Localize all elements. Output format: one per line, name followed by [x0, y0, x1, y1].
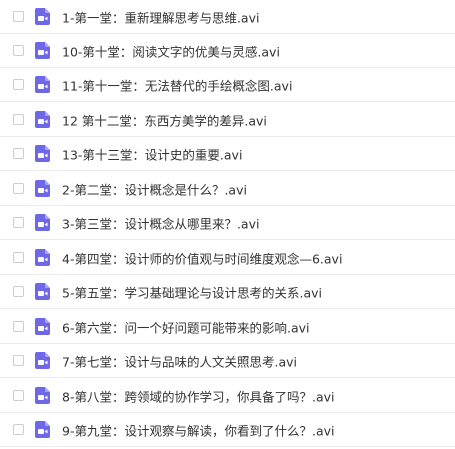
row-checkbox[interactable]: [13, 217, 24, 228]
row-checkbox[interactable]: [13, 286, 24, 297]
file-row[interactable]: 2-第二堂：设计概念是什么？.avi: [0, 172, 455, 206]
file-name[interactable]: 5-第五堂：学习基础理论与设计思考的关系.avi: [62, 282, 322, 301]
file-row[interactable]: 1-第一堂：重新理解思考与思维.avi: [0, 0, 455, 34]
row-checkbox[interactable]: [13, 45, 24, 56]
file-row[interactable]: 13-第十三堂：设计史的重要.avi: [0, 137, 455, 171]
video-file-icon: [35, 421, 50, 438]
file-row[interactable]: 11-第十一堂：无法替代的手绘概念图.avi: [0, 68, 455, 102]
row-checkbox[interactable]: [13, 355, 24, 366]
row-checkbox[interactable]: [13, 183, 24, 194]
row-checkbox[interactable]: [13, 390, 24, 401]
file-name[interactable]: 13-第十三堂：设计史的重要.avi: [62, 144, 242, 163]
video-file-icon: [35, 283, 50, 300]
file-list: 1-第一堂：重新理解思考与思维.avi 10-第十堂：阅读文字的优美与灵感.av…: [0, 0, 455, 449]
row-checkbox[interactable]: [13, 79, 24, 90]
video-file-icon: [35, 352, 50, 369]
row-checkbox[interactable]: [13, 148, 24, 159]
file-name[interactable]: 8-第八堂：跨领域的协作学习，你具备了吗？.avi: [62, 386, 334, 405]
video-file-icon: [35, 214, 50, 231]
row-checkbox[interactable]: [13, 424, 24, 435]
video-file-icon: [35, 387, 50, 404]
video-file-icon: [35, 76, 50, 93]
file-name[interactable]: 4-第四堂：设计师的价值观与时间维度观念—6.avi: [62, 248, 342, 267]
file-row[interactable]: 8-第八堂：跨领域的协作学习，你具备了吗？.avi: [0, 379, 455, 413]
row-checkbox[interactable]: [13, 11, 24, 22]
file-row[interactable]: 6-第六堂：问一个好问题可能带来的影响.avi: [0, 310, 455, 344]
file-name[interactable]: 6-第六堂：问一个好问题可能带来的影响.avi: [62, 317, 309, 336]
video-file-icon: [35, 111, 50, 128]
file-row[interactable]: 3-第三堂：设计概念从哪里来？.avi: [0, 206, 455, 240]
file-row[interactable]: 10-第十堂：阅读文字的优美与灵感.avi: [0, 34, 455, 68]
file-row[interactable]: 9-第九堂：设计观察与解读，你看到了什么？.avi: [0, 413, 455, 447]
file-name[interactable]: 7-第七堂：设计与品味的人文关照思考.avi: [62, 351, 297, 370]
file-row[interactable]: 5-第五堂：学习基础理论与设计思考的关系.avi: [0, 275, 455, 309]
file-name[interactable]: 12 第十二堂：东西方美学的差异.avi: [62, 110, 267, 129]
file-name[interactable]: 1-第一堂：重新理解思考与思维.avi: [62, 7, 259, 26]
file-name[interactable]: 10-第十堂：阅读文字的优美与灵感.avi: [62, 41, 280, 60]
row-checkbox[interactable]: [13, 114, 24, 125]
file-row[interactable]: 7-第七堂：设计与品味的人文关照思考.avi: [0, 344, 455, 378]
video-file-icon: [35, 318, 50, 335]
video-file-icon: [35, 8, 50, 25]
video-file-icon: [35, 42, 50, 59]
video-file-icon: [35, 180, 50, 197]
file-name[interactable]: 11-第十一堂：无法替代的手绘概念图.avi: [62, 75, 292, 94]
file-row[interactable]: 4-第四堂：设计师的价值观与时间维度观念—6.avi: [0, 241, 455, 275]
video-file-icon: [35, 145, 50, 162]
video-file-icon: [35, 249, 50, 266]
file-name[interactable]: 9-第九堂：设计观察与解读，你看到了什么？.avi: [62, 420, 334, 439]
row-checkbox[interactable]: [13, 252, 24, 263]
file-name[interactable]: 2-第二堂：设计概念是什么？.avi: [62, 179, 247, 198]
row-checkbox[interactable]: [13, 321, 24, 332]
file-row[interactable]: 12 第十二堂：东西方美学的差异.avi: [0, 103, 455, 137]
file-name[interactable]: 3-第三堂：设计概念从哪里来？.avi: [62, 213, 259, 232]
